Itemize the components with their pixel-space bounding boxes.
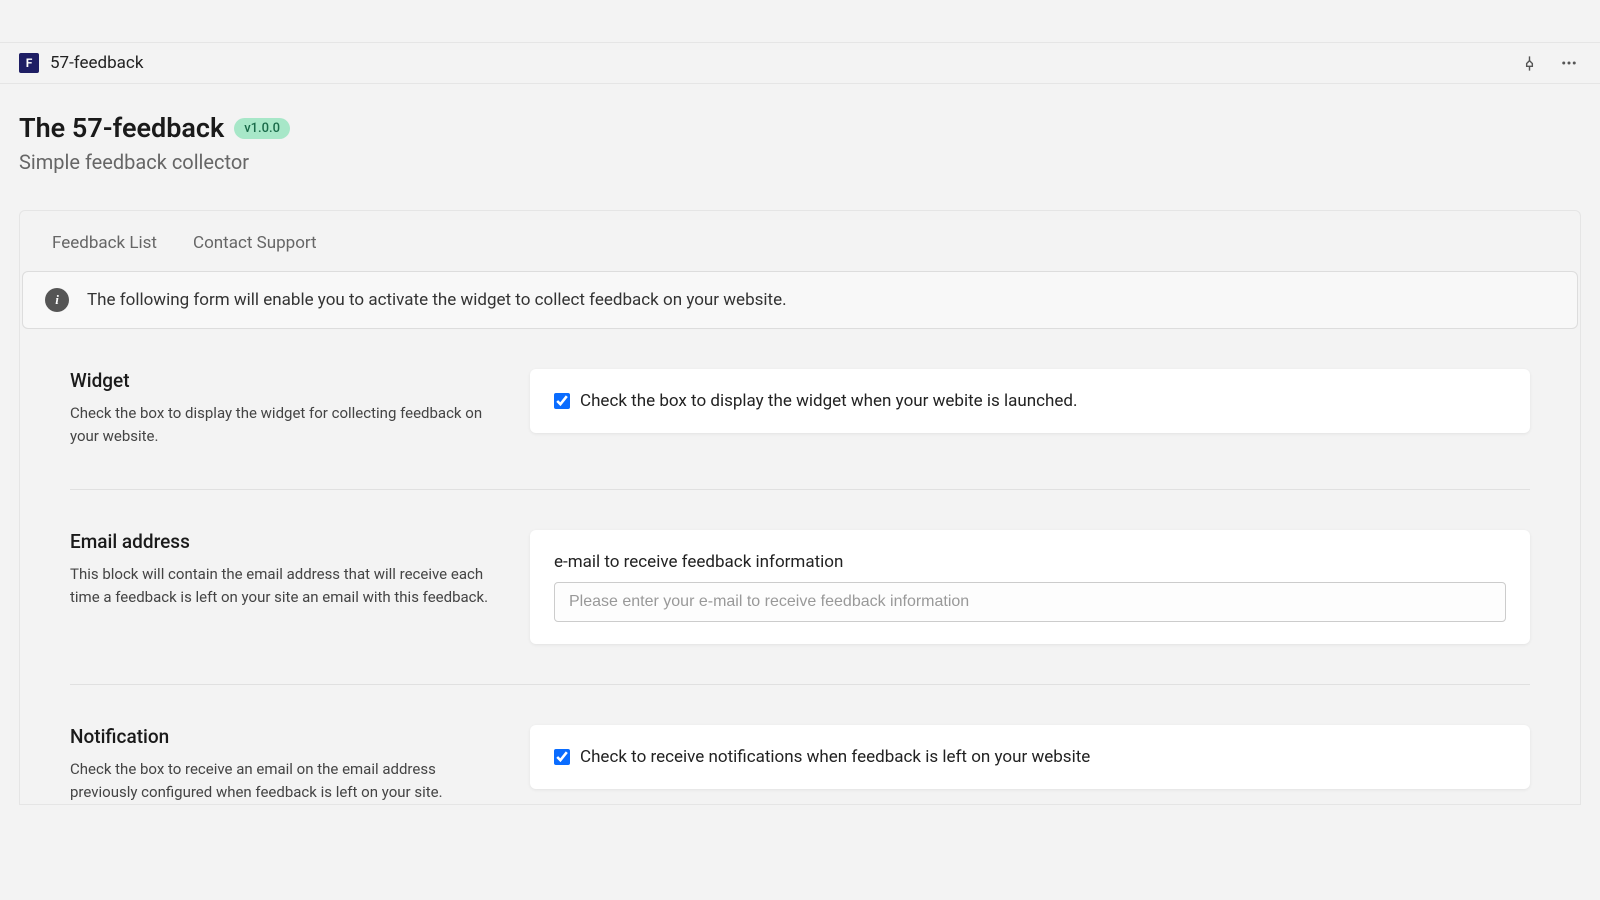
info-banner-text: The following form will enable you to ac…: [87, 290, 787, 310]
widget-card: Check the box to display the widget when…: [530, 369, 1530, 433]
notification-desc: Check the box to receive an email on the…: [70, 758, 490, 805]
settings-panel: Feedback List Contact Support i The foll…: [19, 210, 1581, 805]
header-left: F 57-feedback: [19, 53, 143, 73]
notification-title: Notification: [70, 725, 490, 748]
widget-title: Widget: [70, 369, 490, 392]
tab-feedback-list[interactable]: Feedback List: [52, 233, 157, 253]
email-title: Email address: [70, 530, 490, 553]
widget-checkbox-label: Check the box to display the widget when…: [580, 391, 1078, 411]
tabs: Feedback List Contact Support: [20, 211, 1580, 271]
setting-right-widget: Check the box to display the widget when…: [530, 369, 1530, 449]
notification-checkbox-label: Check to receive notifications when feed…: [580, 747, 1090, 767]
email-card: e-mail to receive feedback information: [530, 530, 1530, 644]
setting-row-email: Email address This block will contain th…: [70, 530, 1530, 685]
setting-left-widget: Widget Check the box to display the widg…: [70, 369, 490, 449]
email-input[interactable]: [554, 582, 1506, 622]
version-badge: v1.0.0: [234, 118, 290, 139]
info-banner: i The following form will enable you to …: [22, 271, 1578, 329]
page-title: The 57-feedback: [19, 112, 224, 144]
app-logo-icon: F: [19, 53, 39, 73]
notification-card: Check to receive notifications when feed…: [530, 725, 1530, 789]
setting-left-email: Email address This block will contain th…: [70, 530, 490, 644]
setting-left-notification: Notification Check the box to receive an…: [70, 725, 490, 805]
widget-checkbox[interactable]: [554, 393, 570, 409]
email-field-label: e-mail to receive feedback information: [554, 552, 1506, 572]
pin-icon[interactable]: [1517, 51, 1541, 75]
top-spacer: [0, 0, 1600, 42]
notification-checkbox-row: Check to receive notifications when feed…: [554, 747, 1506, 767]
setting-right-email: e-mail to receive feedback information: [530, 530, 1530, 644]
title-row: The 57-feedback v1.0.0: [19, 112, 1581, 144]
setting-row-notification: Notification Check the box to receive an…: [70, 725, 1530, 805]
widget-checkbox-row: Check the box to display the widget when…: [554, 391, 1506, 411]
widget-desc: Check the box to display the widget for …: [70, 402, 490, 449]
more-icon[interactable]: [1557, 51, 1581, 75]
header-bar: F 57-feedback: [0, 42, 1600, 84]
header-right: [1517, 51, 1581, 75]
notification-checkbox[interactable]: [554, 749, 570, 765]
settings-body: Widget Check the box to display the widg…: [20, 329, 1580, 804]
app-name: 57-feedback: [50, 53, 143, 73]
tab-contact-support[interactable]: Contact Support: [193, 233, 317, 253]
setting-row-widget: Widget Check the box to display the widg…: [70, 369, 1530, 490]
info-icon: i: [45, 288, 69, 312]
setting-right-notification: Check to receive notifications when feed…: [530, 725, 1530, 805]
email-desc: This block will contain the email addres…: [70, 563, 490, 610]
content-area: The 57-feedback v1.0.0 Simple feedback c…: [0, 84, 1600, 893]
page-subtitle: Simple feedback collector: [19, 150, 1581, 174]
